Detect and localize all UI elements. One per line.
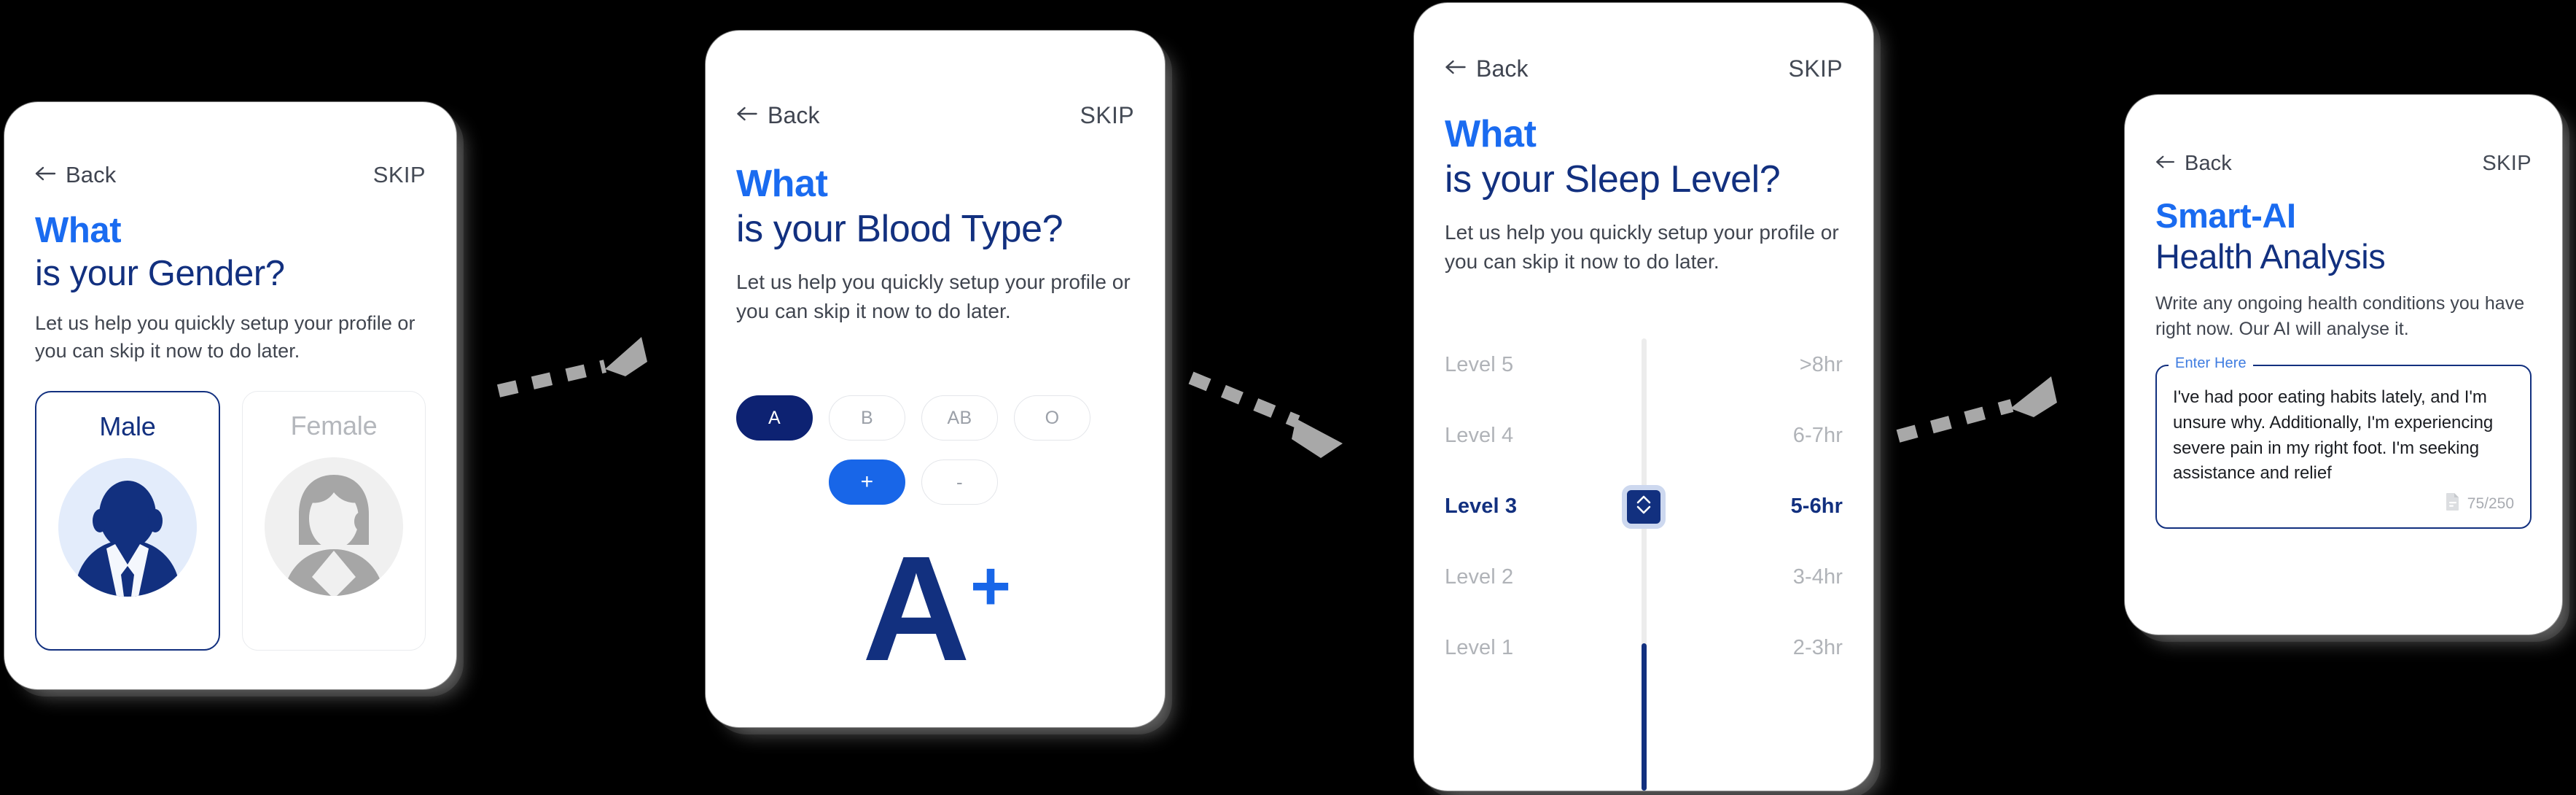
blood-sign-option-negative[interactable]: - — [921, 459, 998, 505]
page-subtitle: Let us help you quickly setup your profi… — [35, 311, 415, 362]
page-title-line2: is your Blood Type? — [736, 208, 1063, 251]
sleep-level-label: Level 2 — [1445, 565, 1514, 589]
sleep-level-row[interactable]: Level 2 3-4hr — [1445, 542, 1843, 613]
gender-option-female[interactable]: Female — [242, 391, 426, 651]
gender-option-label: Male — [99, 411, 156, 441]
blood-result-letter: A — [862, 525, 970, 692]
blood-type-option-b[interactable]: B — [829, 395, 905, 441]
card-gender-topbar: Back SKIP — [35, 162, 426, 188]
field-value: I've had poor eating habits lately, and … — [2173, 387, 2494, 484]
card-blood-heading: What is your Blood Type? Let us help you… — [736, 162, 1143, 325]
back-button[interactable]: Back — [2155, 152, 2232, 176]
sleep-level-label: Level 4 — [1445, 424, 1514, 447]
sleep-level-row-selected[interactable]: Level 3 5-6hr — [1445, 471, 1843, 542]
character-counter: 75/250 — [2445, 492, 2514, 516]
card-sleep-topbar: Back SKIP — [1445, 55, 1843, 82]
back-arrow-icon — [2155, 155, 2176, 173]
blood-sign-row: + - — [829, 459, 1143, 505]
blood-type-result: A+ — [706, 534, 1165, 683]
card-ai-heading: Smart-AI Health Analysis Write any ongoi… — [2155, 195, 2540, 343]
onboarding-card-smart-ai: Back SKIP Smart-AI Health Analysis Write… — [2125, 95, 2562, 635]
blood-type-option-o[interactable]: O — [1014, 395, 1090, 441]
back-button[interactable]: Back — [1445, 55, 1529, 82]
skip-button[interactable]: SKIP — [1080, 102, 1134, 129]
sleep-level-value: 5-6hr — [1790, 495, 1843, 518]
sleep-level-value: 2-3hr — [1792, 636, 1843, 659]
sleep-level-label: Level 1 — [1445, 636, 1514, 659]
page-title-line1: What — [35, 211, 122, 250]
skip-button[interactable]: SKIP — [1788, 55, 1843, 82]
page-subtitle: Let us help you quickly setup your profi… — [736, 270, 1131, 322]
connector-arrow-2 — [1188, 363, 1378, 465]
back-label: Back — [66, 162, 117, 187]
gender-options: Male Female — [35, 391, 426, 651]
card-ai-topbar: Back SKIP — [2155, 152, 2532, 176]
sleep-level-label: Level 5 — [1445, 353, 1514, 376]
page-title-line1: Smart-AI — [2155, 196, 2296, 235]
back-arrow-icon — [35, 166, 57, 185]
page-title-line2: is your Gender? — [35, 253, 285, 293]
skip-button[interactable]: SKIP — [373, 162, 426, 188]
sleep-level-row[interactable]: Level 5 >8hr — [1445, 330, 1843, 400]
female-avatar-icon — [265, 457, 403, 596]
blood-type-option-ab[interactable]: AB — [921, 395, 998, 441]
male-avatar-icon — [58, 458, 197, 597]
field-label: Enter Here — [2169, 355, 2253, 372]
onboarding-card-gender: Back SKIP What is your Gender? Let us he… — [4, 102, 456, 689]
blood-sign-option-positive[interactable]: + — [829, 459, 905, 505]
card-gender-heading: What is your Gender? Let us help you qui… — [35, 210, 434, 365]
back-label: Back — [1476, 55, 1529, 82]
skip-button[interactable]: SKIP — [2482, 152, 2532, 176]
card-blood-topbar: Back SKIP — [736, 102, 1134, 129]
onboarding-card-blood-type: Back SKIP What is your Blood Type? Let u… — [706, 31, 1165, 727]
sleep-level-row[interactable]: Level 4 6-7hr — [1445, 400, 1843, 471]
blood-type-selector: A B AB O + - — [736, 395, 1143, 524]
screenshot-stage: Back SKIP What is your Gender? Let us he… — [0, 0, 2576, 795]
up-down-chevron-icon — [1634, 494, 1653, 519]
gender-option-label: Female — [290, 411, 378, 441]
blood-result-sign: + — [969, 546, 1011, 625]
sleep-level-value: 3-4hr — [1792, 565, 1843, 589]
back-button[interactable]: Back — [736, 102, 820, 129]
page-title-line1: What — [736, 163, 828, 205]
sleep-level-value: 6-7hr — [1792, 424, 1843, 447]
page-title-line2: is your Sleep Level? — [1445, 158, 1781, 201]
health-conditions-textarea[interactable]: Enter Here I've had poor eating habits l… — [2155, 355, 2532, 529]
slider-thumb[interactable] — [1622, 484, 1666, 529]
back-label: Back — [2185, 152, 2232, 175]
page-subtitle: Let us help you quickly setup your profi… — [1445, 220, 1839, 273]
onboarding-card-sleep-level: Back SKIP What is your Sleep Level? Let … — [1414, 3, 1873, 791]
sleep-level-label: Level 3 — [1445, 495, 1518, 518]
character-counter-text: 75/250 — [2467, 495, 2514, 512]
page-title-line1: What — [1445, 113, 1537, 155]
sleep-level-value: >8hr — [1799, 353, 1843, 376]
card-sleep-heading: What is your Sleep Level? Let us help yo… — [1445, 112, 1851, 276]
sleep-level-slider[interactable]: Level 5 >8hr Level 4 6-7hr Level 3 5-6hr… — [1445, 330, 1843, 791]
sleep-level-row[interactable]: Level 1 2-3hr — [1445, 613, 1843, 683]
document-icon — [2445, 492, 2461, 516]
back-arrow-icon — [1445, 59, 1467, 79]
page-title-line2: Health Analysis — [2155, 237, 2386, 276]
back-button[interactable]: Back — [35, 162, 116, 188]
back-arrow-icon — [736, 106, 759, 125]
blood-type-option-a[interactable]: A — [736, 395, 813, 441]
page-subtitle: Write any ongoing health conditions you … — [2155, 292, 2525, 340]
blood-type-row: A B AB O — [736, 395, 1143, 441]
back-label: Back — [768, 102, 820, 128]
connector-arrow-3 — [1895, 363, 2099, 458]
gender-option-male[interactable]: Male — [35, 391, 220, 651]
connector-arrow-1 — [496, 321, 685, 408]
